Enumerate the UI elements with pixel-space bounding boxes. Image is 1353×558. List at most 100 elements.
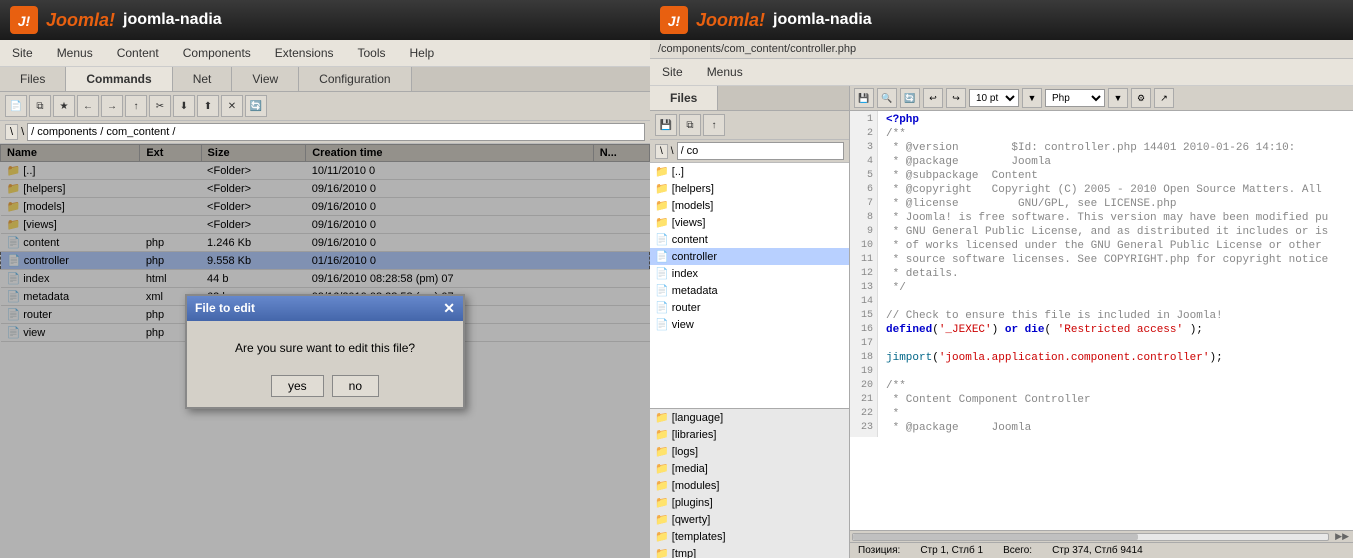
total-label: Всего: [1003,545,1032,556]
right-icon-save[interactable]: 💾 [655,114,677,136]
editor-search-icon[interactable]: 🔍 [877,88,897,108]
icon-up[interactable]: ↑ [125,95,147,117]
icon-upload[interactable]: ⬆ [197,95,219,117]
editor-language-select[interactable]: Php HTML CSS JS [1045,89,1105,107]
list-item[interactable]: 📁 [views] [650,214,849,231]
editor-font-size-select[interactable]: 10 pt 12 pt 14 pt [969,89,1019,107]
icon-move[interactable]: ✂ [149,95,171,117]
dialog-title: File to edit [195,301,255,315]
dialog-close-button[interactable]: ✕ [443,300,455,317]
editor-refresh-icon[interactable]: 🔄 [900,88,920,108]
list-item[interactable]: 📁 [qwerty] [650,511,849,528]
file-icon: 📄 [655,267,669,280]
left-panel: J! Joomla! joomla-nadia Site Menus Conte… [0,0,650,558]
folder-icon: 📁 [655,462,669,475]
editor-statusbar: Позиция: Стр 1, Стлб 1 Всего: Стр 374, С… [850,542,1353,558]
editor-toolbar: 💾 🔍 🔄 ↩ ↪ 10 pt 12 pt 14 pt ▼ Php HTML C… [850,86,1353,111]
list-item[interactable]: 📄 controller [650,248,849,265]
right-nav-site[interactable]: Site [650,61,695,83]
editor-save-icon[interactable]: 💾 [854,88,874,108]
editor-horizontal-scrollbar[interactable]: ▶▶ [850,530,1353,542]
editor-extra-icon[interactable]: ↗ [1154,88,1174,108]
editor-lang-down[interactable]: ▼ [1108,88,1128,108]
right-path-root[interactable]: \ [655,144,668,159]
icon-back[interactable]: ← [77,95,99,117]
tab-net[interactable]: Net [173,67,233,91]
list-item[interactable]: 📄 content [650,231,849,248]
dialog-content: Are you sure want to edit this file? [187,321,463,365]
list-item[interactable]: 📁 [logs] [650,443,849,460]
nav-content[interactable]: Content [105,42,171,64]
list-item[interactable]: 📁 [media] [650,460,849,477]
editor-settings-icon[interactable]: ⚙ [1131,88,1151,108]
nav-menus[interactable]: Menus [45,42,105,64]
file-edit-dialog: File to edit ✕ Are you sure want to edit… [185,294,465,409]
dialog-no-button[interactable]: no [332,375,379,397]
list-item[interactable]: 📄 router [650,299,849,316]
list-item[interactable]: 📁 [..] [650,163,849,180]
list-item[interactable]: 📁 [modules] [650,477,849,494]
toolbar-tabs: Files Commands Net View Configuration [0,67,650,92]
right-icon-up[interactable]: ↑ [703,114,725,136]
list-item[interactable]: 📄 metadata [650,282,849,299]
path-separator-1: \ [21,126,24,138]
list-item[interactable]: 📁 [helpers] [650,180,849,197]
dialog-yes-button[interactable]: yes [271,375,324,397]
icon-forward[interactable]: → [101,95,123,117]
tab-commands[interactable]: Commands [66,67,172,91]
svg-text:J!: J! [668,13,681,29]
tab-files[interactable]: Files [0,67,66,91]
position-value: Стр 1, Стлб 1 [920,545,983,556]
right-path-input[interactable] [677,142,844,160]
right-toolbar-tabs: Files [650,86,849,111]
file-icon: 📄 [655,250,669,263]
right-icon-bar: 💾 ⧉ ↑ [650,111,849,140]
right-path-bar: \ \ [650,140,849,163]
list-item[interactable]: 📁 [tmp] [650,545,849,558]
folder-icon: 📁 [655,530,669,543]
list-item[interactable]: 📁 [models] [650,197,849,214]
folder-icon: 📁 [655,216,669,229]
path-input[interactable] [27,123,645,141]
tab-configuration[interactable]: Configuration [299,67,411,91]
editor-font-down[interactable]: ▼ [1022,88,1042,108]
list-item[interactable]: 📁 [plugins] [650,494,849,511]
list-item[interactable]: 📁 [templates] [650,528,849,545]
right-site-title: joomla-nadia [773,11,872,29]
right-tab-files[interactable]: Files [650,86,718,110]
file-icon: 📄 [655,284,669,297]
dialog-buttons: yes no [187,365,463,407]
list-item[interactable]: 📄 view [650,316,849,333]
code-content[interactable]: <?php /** * @version $Id: controller.php… [878,111,1336,437]
folder-icon: 📁 [655,411,669,424]
list-item[interactable]: 📄 index [650,265,849,282]
nav-site[interactable]: Site [0,42,45,64]
scroll-hint-icon: ▶▶ [1331,531,1353,542]
tab-view[interactable]: View [232,67,299,91]
list-item[interactable]: 📁 [libraries] [650,426,849,443]
folder-icon: 📁 [655,445,669,458]
icon-refresh[interactable]: 🔄 [245,95,267,117]
path-root[interactable]: \ [5,124,18,140]
list-item[interactable]: 📁 [language] [650,409,849,426]
nav-help[interactable]: Help [398,42,447,64]
nav-components[interactable]: Components [171,42,263,64]
scrollbar-thumb[interactable] [853,534,1138,540]
icon-new-file[interactable]: 📄 [5,95,27,117]
left-site-title: joomla-nadia [123,11,222,29]
right-file-list-top: 📁 [..] 📁 [helpers] 📁 [models] 📁 [views] … [650,163,849,408]
right-nav-menus[interactable]: Menus [695,61,755,83]
icon-download[interactable]: ⬇ [173,95,195,117]
editor-redo-icon[interactable]: ↪ [946,88,966,108]
right-panel: J! Joomla! joomla-nadia /components/com_… [650,0,1353,558]
icon-star[interactable]: ★ [53,95,75,117]
right-icon-copy[interactable]: ⧉ [679,114,701,136]
editor-content-area[interactable]: 1234567891011121314151617181920212223 <?… [850,111,1353,530]
editor-undo-icon[interactable]: ↩ [923,88,943,108]
file-icon: 📄 [655,233,669,246]
icon-copy[interactable]: ⧉ [29,95,51,117]
nav-tools[interactable]: Tools [346,42,398,64]
nav-extensions[interactable]: Extensions [263,42,346,64]
dialog-message: Are you sure want to edit this file? [235,341,415,355]
icon-delete[interactable]: ✕ [221,95,243,117]
